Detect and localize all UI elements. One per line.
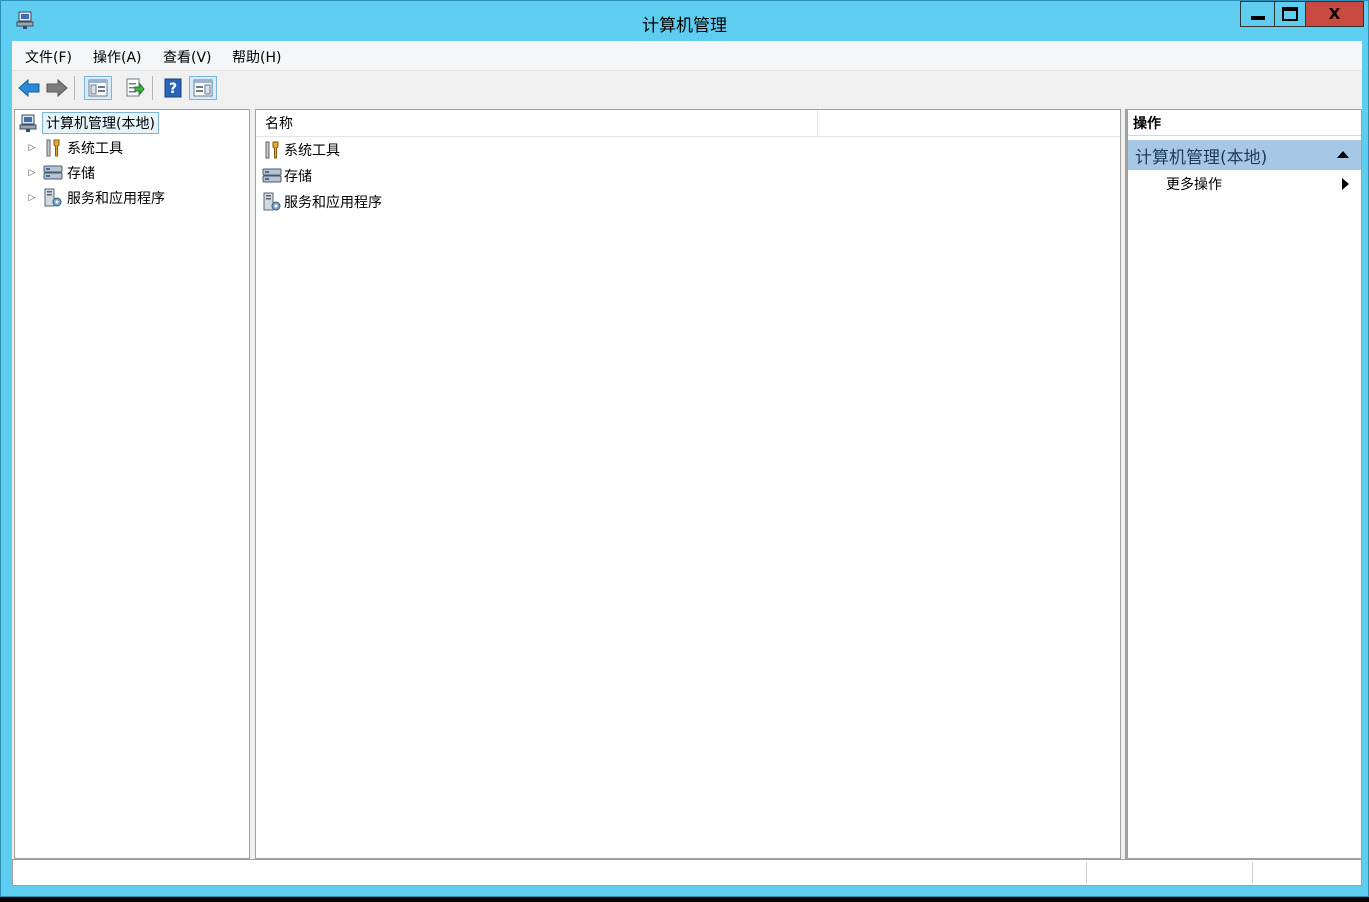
- action-group-computer-management[interactable]: 计算机管理(本地): [1128, 140, 1361, 170]
- tree-node-services-applications[interactable]: ▷ 服务和应用程序: [15, 187, 165, 209]
- actions-pane: 操作 计算机管理(本地) 更多操作: [1125, 109, 1362, 859]
- toolbar-separator: [152, 76, 153, 100]
- show-hide-action-pane-button[interactable]: [189, 76, 217, 100]
- show-hide-console-tree-icon: [88, 79, 108, 97]
- column-header-name[interactable]: 名称: [256, 110, 818, 136]
- toolbar: ?: [12, 71, 1362, 105]
- computer-management-window: 计算机管理 X 文件(F) 操作(A) 查看(V) 帮助(H) ? 计算机管理(…: [0, 0, 1369, 897]
- maximize-icon: [1282, 7, 1298, 21]
- back-button[interactable]: [17, 76, 41, 100]
- menu-action[interactable]: 操作(A): [91, 47, 144, 67]
- submenu-arrow-icon[interactable]: [1342, 178, 1349, 190]
- tree-node-root-label[interactable]: 计算机管理(本地): [42, 112, 159, 134]
- export-list-icon: [126, 78, 145, 97]
- window-title: 计算机管理: [642, 16, 727, 36]
- status-bar-cell: [1252, 862, 1361, 883]
- services-applications-icon: [43, 188, 63, 208]
- collapse-triangle-icon[interactable]: [1337, 151, 1349, 158]
- services-applications-icon: [262, 192, 282, 212]
- help-icon: ?: [164, 78, 182, 98]
- back-arrow-icon: [18, 79, 40, 97]
- list-column-header-row: 名称: [256, 110, 1120, 137]
- tree-node-label: 存储: [67, 166, 95, 182]
- maximize-button[interactable]: [1274, 1, 1306, 27]
- tree-node-label: 服务和应用程序: [67, 191, 165, 207]
- action-group-title: 计算机管理(本地): [1135, 147, 1268, 168]
- status-bar: [12, 859, 1362, 886]
- forward-arrow-icon: [46, 79, 68, 97]
- result-list-pane[interactable]: 名称 系统工具 存储 服务和应用程序: [255, 109, 1121, 859]
- help-button[interactable]: ?: [161, 76, 185, 100]
- tree-node-storage[interactable]: ▷ 存储: [15, 162, 95, 184]
- list-item-label: 服务和应用程序: [284, 195, 382, 211]
- tree-node-label: 系统工具: [67, 141, 123, 157]
- menu-view[interactable]: 查看(V): [161, 47, 214, 67]
- storage-icon: [43, 163, 63, 183]
- more-actions-item[interactable]: 更多操作: [1166, 174, 1222, 194]
- show-hide-action-pane-icon: [193, 79, 213, 97]
- expand-arrow-icon[interactable]: ▷: [25, 143, 39, 153]
- tree-node-system-tools[interactable]: ▷ 系统工具: [15, 137, 123, 159]
- list-item-services-applications[interactable]: 服务和应用程序: [262, 190, 382, 214]
- title-bar[interactable]: 计算机管理 X: [1, 1, 1368, 41]
- system-tools-icon: [262, 140, 282, 160]
- list-item-label: 系统工具: [284, 143, 340, 159]
- client-area: 文件(F) 操作(A) 查看(V) 帮助(H) ? 计算机管理(本地) ▷ 系统…: [12, 41, 1362, 886]
- forward-button[interactable]: [45, 76, 69, 100]
- computer-management-icon: [18, 113, 38, 133]
- menu-file[interactable]: 文件(F): [23, 47, 74, 67]
- minimize-icon: [1250, 16, 1265, 20]
- list-item-system-tools[interactable]: 系统工具: [262, 138, 340, 162]
- menu-help[interactable]: 帮助(H): [230, 47, 283, 67]
- svg-text:?: ?: [169, 81, 177, 97]
- toolbar-separator: [74, 76, 75, 100]
- expand-arrow-icon[interactable]: ▷: [25, 168, 39, 178]
- menu-bar: 文件(F) 操作(A) 查看(V) 帮助(H): [12, 41, 1362, 71]
- system-tools-icon: [43, 138, 63, 158]
- show-hide-console-tree-button[interactable]: [84, 76, 112, 100]
- list-item-storage[interactable]: 存储: [262, 164, 312, 188]
- close-icon: X: [1328, 5, 1341, 23]
- export-list-button[interactable]: [123, 76, 147, 100]
- list-item-label: 存储: [284, 169, 312, 185]
- expand-arrow-icon[interactable]: ▷: [25, 193, 39, 203]
- status-bar-cell: [1086, 862, 1253, 883]
- minimize-button[interactable]: [1240, 1, 1275, 27]
- close-button[interactable]: X: [1305, 1, 1364, 27]
- console-tree-pane[interactable]: 计算机管理(本地) ▷ 系统工具 ▷ 存储 ▷ 服务和应用程序: [14, 109, 250, 859]
- actions-pane-header: 操作: [1128, 110, 1361, 136]
- tree-node-root[interactable]: 计算机管理(本地): [15, 112, 159, 134]
- storage-icon: [262, 166, 282, 186]
